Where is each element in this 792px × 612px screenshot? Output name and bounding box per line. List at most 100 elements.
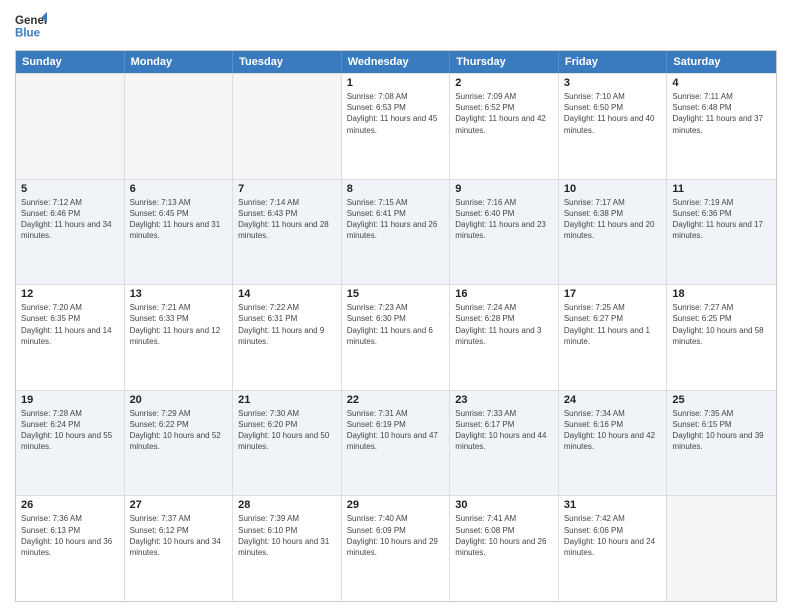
- calendar-header: SundayMondayTuesdayWednesdayThursdayFrid…: [16, 51, 776, 73]
- day-info: Sunrise: 7:27 AMSunset: 6:25 PMDaylight:…: [672, 302, 771, 347]
- calendar: SundayMondayTuesdayWednesdayThursdayFrid…: [15, 50, 777, 602]
- calendar-cell: 19 Sunrise: 7:28 AMSunset: 6:24 PMDayligh…: [16, 391, 125, 496]
- weekday-header-wednesday: Wednesday: [342, 51, 451, 73]
- day-info: Sunrise: 7:14 AMSunset: 6:43 PMDaylight:…: [238, 197, 336, 242]
- calendar-cell: 6Sunrise: 7:13 AMSunset: 6:45 PMDaylight…: [125, 180, 234, 285]
- day-info: Sunrise: 7:11 AMSunset: 6:48 PMDaylight:…: [672, 91, 771, 136]
- day-info: Sunrise: 7:35 AMSunset: 6:15 PMDaylight:…: [672, 408, 771, 453]
- calendar-cell: 16 Sunrise: 7:24 AMSunset: 6:28 PMDayligh…: [450, 285, 559, 390]
- day-info: Sunrise: 7:10 AMSunset: 6:50 PMDaylight:…: [564, 91, 662, 136]
- day-number: 5: [21, 183, 119, 195]
- calendar-cell: 9 Sunrise: 7:16 AMSunset: 6:40 PMDaylight…: [450, 180, 559, 285]
- day-number: 31: [564, 499, 662, 511]
- calendar-body: 1Sunrise: 7:08 AMSunset: 6:53 PMDaylight…: [16, 73, 776, 601]
- logo: General Blue: [15, 10, 47, 42]
- calendar-cell: 11 Sunrise: 7:19 AMSunset: 6:36 PMDayligh…: [667, 180, 776, 285]
- calendar-cell: 17Sunrise: 7:25 AMSunset: 6:27 PMDayligh…: [559, 285, 668, 390]
- day-info: Sunrise: 7:23 AMSunset: 6:30 PMDaylight:…: [347, 302, 445, 347]
- calendar-cell: 31 Sunrise: 7:42 AMSunset: 6:06 PMDayligh…: [559, 496, 668, 601]
- day-number: 12: [21, 288, 119, 300]
- day-number: 29: [347, 499, 445, 511]
- day-info: Sunrise: 7:20 AMSunset: 6:35 PMDaylight:…: [21, 302, 119, 347]
- day-number: 30: [455, 499, 553, 511]
- calendar-cell: 1Sunrise: 7:08 AMSunset: 6:53 PMDaylight…: [342, 74, 451, 179]
- day-info: Sunrise: 7:31 AMSunset: 6:19 PMDaylight:…: [347, 408, 445, 453]
- weekday-header-sunday: Sunday: [16, 51, 125, 73]
- calendar-cell: 2Sunrise: 7:09 AMSunset: 6:52 PMDaylight…: [450, 74, 559, 179]
- page-header: General Blue: [15, 10, 777, 42]
- weekday-header-thursday: Thursday: [450, 51, 559, 73]
- calendar-cell: 8 Sunrise: 7:15 AMSunset: 6:41 PMDaylight…: [342, 180, 451, 285]
- day-info: Sunrise: 7:09 AMSunset: 6:52 PMDaylight:…: [455, 91, 553, 136]
- day-info: Sunrise: 7:17 AMSunset: 6:38 PMDaylight:…: [564, 197, 662, 242]
- calendar-cell: [16, 74, 125, 179]
- day-info: Sunrise: 7:22 AMSunset: 6:31 PMDaylight:…: [238, 302, 336, 347]
- day-number: 1: [347, 77, 445, 89]
- calendar-cell: 21 Sunrise: 7:30 AMSunset: 6:20 PMDayligh…: [233, 391, 342, 496]
- day-info: Sunrise: 7:39 AMSunset: 6:10 PMDaylight:…: [238, 513, 336, 558]
- calendar-cell: 15 Sunrise: 7:23 AMSunset: 6:30 PMDayligh…: [342, 285, 451, 390]
- day-number: 6: [130, 183, 228, 195]
- day-number: 16: [455, 288, 553, 300]
- day-number: 24: [564, 394, 662, 406]
- calendar-cell: 13 Sunrise: 7:21 AMSunset: 6:33 PMDayligh…: [125, 285, 234, 390]
- day-number: 14: [238, 288, 336, 300]
- day-number: 22: [347, 394, 445, 406]
- day-info: Sunrise: 7:19 AMSunset: 6:36 PMDaylight:…: [672, 197, 771, 242]
- calendar-cell: [667, 496, 776, 601]
- day-info: Sunrise: 7:33 AMSunset: 6:17 PMDaylight:…: [455, 408, 553, 453]
- weekday-header-saturday: Saturday: [667, 51, 776, 73]
- day-info: Sunrise: 7:24 AMSunset: 6:28 PMDaylight:…: [455, 302, 553, 347]
- day-info: Sunrise: 7:41 AMSunset: 6:08 PMDaylight:…: [455, 513, 553, 558]
- day-info: Sunrise: 7:36 AMSunset: 6:13 PMDaylight:…: [21, 513, 119, 558]
- calendar-cell: 30 Sunrise: 7:41 AMSunset: 6:08 PMDayligh…: [450, 496, 559, 601]
- calendar-cell: 7 Sunrise: 7:14 AMSunset: 6:43 PMDaylight…: [233, 180, 342, 285]
- day-info: Sunrise: 7:37 AMSunset: 6:12 PMDaylight:…: [130, 513, 228, 558]
- calendar-cell: [125, 74, 234, 179]
- day-info: Sunrise: 7:25 AMSunset: 6:27 PMDaylight:…: [564, 302, 662, 347]
- weekday-header-tuesday: Tuesday: [233, 51, 342, 73]
- day-number: 15: [347, 288, 445, 300]
- calendar-cell: 29 Sunrise: 7:40 AMSunset: 6:09 PMDayligh…: [342, 496, 451, 601]
- day-info: Sunrise: 7:28 AMSunset: 6:24 PMDaylight:…: [21, 408, 119, 453]
- calendar-row-2: 12 Sunrise: 7:20 AMSunset: 6:35 PMDayligh…: [16, 284, 776, 390]
- calendar-row-0: 1Sunrise: 7:08 AMSunset: 6:53 PMDaylight…: [16, 73, 776, 179]
- day-number: 8: [347, 183, 445, 195]
- day-number: 28: [238, 499, 336, 511]
- day-number: 9: [455, 183, 553, 195]
- calendar-cell: 28 Sunrise: 7:39 AMSunset: 6:10 PMDayligh…: [233, 496, 342, 601]
- day-info: Sunrise: 7:40 AMSunset: 6:09 PMDaylight:…: [347, 513, 445, 558]
- day-number: 11: [672, 183, 771, 195]
- calendar-row-4: 26 Sunrise: 7:36 AMSunset: 6:13 PMDayligh…: [16, 495, 776, 601]
- day-info: Sunrise: 7:42 AMSunset: 6:06 PMDaylight:…: [564, 513, 662, 558]
- day-info: Sunrise: 7:21 AMSunset: 6:33 PMDaylight:…: [130, 302, 228, 347]
- calendar-cell: [233, 74, 342, 179]
- calendar-cell: 27Sunrise: 7:37 AMSunset: 6:12 PMDayligh…: [125, 496, 234, 601]
- calendar-cell: 23Sunrise: 7:33 AMSunset: 6:17 PMDayligh…: [450, 391, 559, 496]
- day-number: 19: [21, 394, 119, 406]
- day-number: 18: [672, 288, 771, 300]
- calendar-cell: 14 Sunrise: 7:22 AMSunset: 6:31 PMDayligh…: [233, 285, 342, 390]
- day-info: Sunrise: 7:30 AMSunset: 6:20 PMDaylight:…: [238, 408, 336, 453]
- weekday-header-friday: Friday: [559, 51, 668, 73]
- day-number: 3: [564, 77, 662, 89]
- calendar-row-3: 19 Sunrise: 7:28 AMSunset: 6:24 PMDayligh…: [16, 390, 776, 496]
- calendar-cell: 25 Sunrise: 7:35 AMSunset: 6:15 PMDayligh…: [667, 391, 776, 496]
- day-number: 26: [21, 499, 119, 511]
- calendar-cell: 20Sunrise: 7:29 AMSunset: 6:22 PMDayligh…: [125, 391, 234, 496]
- calendar-cell: 22 Sunrise: 7:31 AMSunset: 6:19 PMDayligh…: [342, 391, 451, 496]
- day-info: Sunrise: 7:15 AMSunset: 6:41 PMDaylight:…: [347, 197, 445, 242]
- day-info: Sunrise: 7:29 AMSunset: 6:22 PMDaylight:…: [130, 408, 228, 453]
- day-info: Sunrise: 7:16 AMSunset: 6:40 PMDaylight:…: [455, 197, 553, 242]
- day-number: 13: [130, 288, 228, 300]
- day-number: 7: [238, 183, 336, 195]
- calendar-cell: 5Sunrise: 7:12 AMSunset: 6:46 PMDaylight…: [16, 180, 125, 285]
- day-number: 25: [672, 394, 771, 406]
- day-number: 21: [238, 394, 336, 406]
- calendar-cell: 24Sunrise: 7:34 AMSunset: 6:16 PMDayligh…: [559, 391, 668, 496]
- calendar-cell: 3 Sunrise: 7:10 AMSunset: 6:50 PMDaylight…: [559, 74, 668, 179]
- calendar-cell: 4Sunrise: 7:11 AMSunset: 6:48 PMDaylight…: [667, 74, 776, 179]
- calendar-cell: 12 Sunrise: 7:20 AMSunset: 6:35 PMDayligh…: [16, 285, 125, 390]
- calendar-cell: 18 Sunrise: 7:27 AMSunset: 6:25 PMDayligh…: [667, 285, 776, 390]
- svg-text:Blue: Blue: [15, 28, 41, 40]
